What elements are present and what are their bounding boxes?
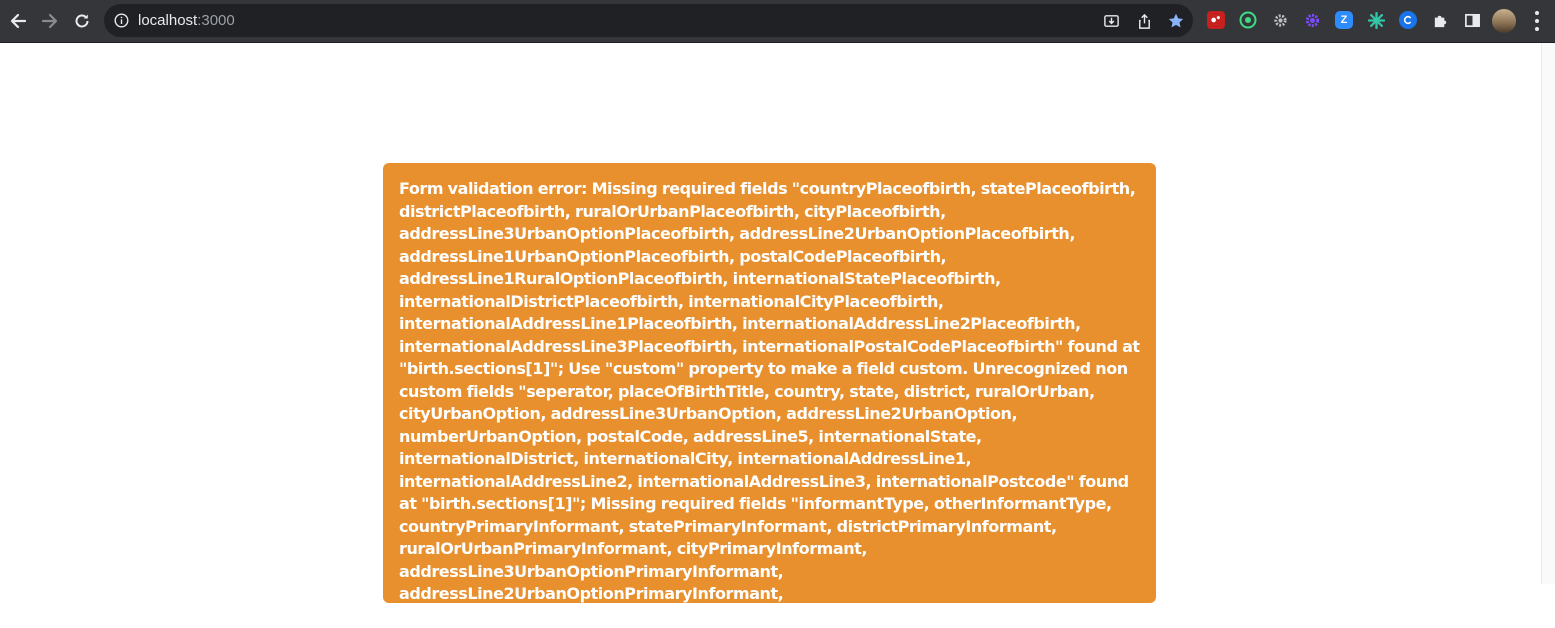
puzzle-icon[interactable] <box>1431 11 1449 29</box>
purple-gear-extension-icon[interactable] <box>1303 11 1321 29</box>
star-icon[interactable] <box>1167 12 1185 30</box>
error-message: Form validation error: Missing required … <box>399 179 1140 626</box>
asterisk-extension-icon[interactable] <box>1367 11 1385 29</box>
form-validation-error-box: Form validation error: Missing required … <box>383 163 1156 626</box>
url-port: :3000 <box>197 12 235 29</box>
browser-toolbar: localhost:3000 Z <box>0 0 1555 43</box>
zoom-letter: Z <box>1340 14 1348 26</box>
reload-icon[interactable] <box>70 9 94 33</box>
profile-avatar[interactable] <box>1492 9 1516 33</box>
url-host: localhost <box>138 12 198 29</box>
install-app-icon[interactable] <box>1102 12 1120 30</box>
red-extension-icon[interactable] <box>1207 11 1225 29</box>
page-scrollbar[interactable] <box>1541 43 1555 584</box>
url-text: localhost:3000 <box>138 12 235 29</box>
green-ring-extension-icon[interactable] <box>1239 11 1257 29</box>
back-arrow-icon[interactable] <box>6 9 30 33</box>
info-icon[interactable] <box>114 13 129 28</box>
side-panel-icon[interactable] <box>1463 11 1481 29</box>
share-icon[interactable] <box>1135 12 1153 30</box>
zoom-extension-icon[interactable]: Z <box>1335 11 1353 29</box>
blue-circle-extension-icon[interactable] <box>1399 11 1417 29</box>
address-bar[interactable]: localhost:3000 <box>104 4 1193 37</box>
more-vert-icon[interactable] <box>1530 11 1544 31</box>
gear-icon[interactable] <box>1271 11 1289 29</box>
forward-arrow-icon[interactable] <box>38 9 62 33</box>
